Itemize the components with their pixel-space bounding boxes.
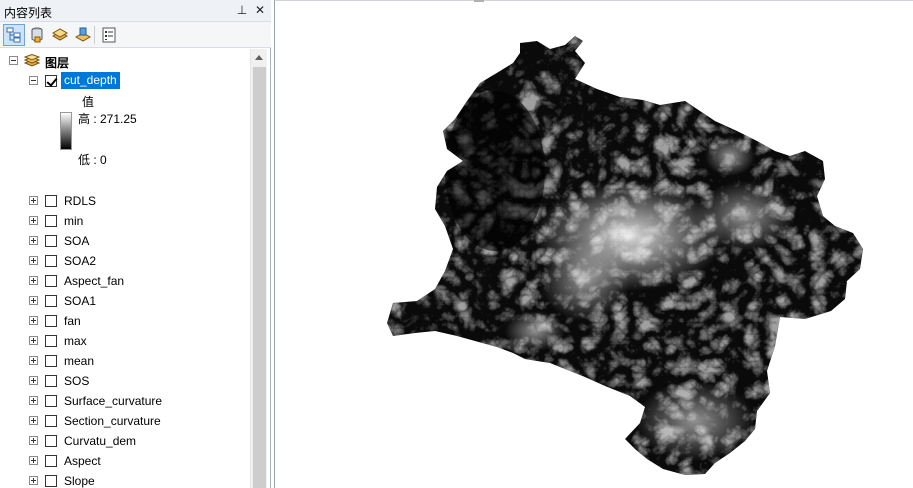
layer-row[interactable]: Section_curvature [0, 411, 250, 431]
layer-row[interactable]: SOA [0, 231, 250, 251]
panel-title-bar: 内容列表 ⊥ ✕ [0, 0, 271, 22]
layer-visibility-checkbox[interactable] [45, 235, 57, 247]
layer-row[interactable]: Curvatu_dem [0, 431, 250, 451]
layer-name[interactable]: Aspect [64, 454, 101, 468]
layer-visibility-checkbox[interactable] [45, 455, 57, 467]
expand-icon[interactable] [29, 356, 38, 365]
layer-visibility-checkbox[interactable] [45, 435, 57, 447]
expand-icon[interactable] [29, 376, 38, 385]
map-canvas[interactable] [275, 1, 913, 488]
legend-color-ramp [60, 112, 72, 150]
layer-row[interactable]: Slope [0, 471, 250, 488]
layer-name[interactable]: Slope [64, 474, 95, 488]
layer-row[interactable]: max [0, 331, 250, 351]
legend-title: 值 [82, 95, 95, 109]
toolbar-separator [94, 26, 95, 44]
list-by-visibility-button[interactable] [49, 24, 71, 46]
expand-icon[interactable] [29, 476, 38, 485]
layer-visibility-checkbox[interactable] [45, 215, 57, 227]
layer-name[interactable]: RDLS [64, 194, 96, 208]
layer-name[interactable]: SOS [64, 374, 89, 388]
layer-visibility-checkbox[interactable] [45, 335, 57, 347]
scroll-up-arrow-icon[interactable] [251, 49, 268, 66]
selection-icon [75, 27, 91, 42]
layer-visibility-checkbox[interactable] [45, 275, 57, 287]
layer-row[interactable]: mean [0, 351, 250, 371]
options-button[interactable] [98, 24, 120, 46]
expand-icon[interactable] [29, 436, 38, 445]
layer-row[interactable]: min [0, 211, 250, 231]
layer-visibility-checkbox[interactable] [45, 295, 57, 307]
visibility-icon [52, 28, 68, 41]
layer-name[interactable]: SOA2 [64, 254, 96, 268]
expand-icon[interactable] [29, 456, 38, 465]
map-view[interactable] [274, 0, 913, 488]
layer-row[interactable]: SOS [0, 371, 250, 391]
layer-name[interactable]: Curvatu_dem [64, 434, 136, 448]
layer-name[interactable]: min [64, 214, 83, 228]
cut-depth-raster [387, 36, 863, 475]
close-icon[interactable]: ✕ [252, 2, 268, 18]
layer-visibility-checkbox[interactable] [45, 395, 57, 407]
layer-visibility-checkbox[interactable] [45, 315, 57, 327]
layer-visibility-checkbox[interactable] [45, 355, 57, 367]
layer-row[interactable]: fan [0, 311, 250, 331]
layers-root-row: 图层 [0, 51, 250, 71]
layer-name[interactable]: SOA [64, 234, 89, 248]
table-of-contents-panel: 内容列表 ⊥ ✕ 图层 cut_depth 值 高: 271.25 低: 0… [0, 0, 271, 488]
layer-visibility-checkbox[interactable] [45, 375, 57, 387]
list-by-drawing-order-button[interactable] [3, 24, 25, 46]
layer-visibility-checkbox[interactable] [45, 255, 57, 267]
layer-row-cut-depth[interactable]: cut_depth [0, 71, 250, 91]
layer-visibility-checkbox[interactable] [45, 75, 57, 87]
list-by-selection-button[interactable] [72, 24, 94, 46]
layer-name[interactable]: mean [64, 354, 94, 368]
layer-visibility-checkbox[interactable] [45, 475, 57, 487]
collapse-icon[interactable] [9, 56, 18, 65]
expand-icon[interactable] [29, 196, 38, 205]
layer-name[interactable]: SOA1 [64, 294, 96, 308]
vertical-scrollbar[interactable] [250, 49, 267, 488]
layer-visibility-checkbox[interactable] [45, 415, 57, 427]
layer-row[interactable]: Aspect_fan [0, 271, 250, 291]
expand-icon[interactable] [29, 296, 38, 305]
layer-row[interactable]: RDLS [0, 191, 250, 211]
expand-icon[interactable] [29, 396, 38, 405]
expand-icon[interactable] [29, 316, 38, 325]
legend-low-label: 低 : 0 [78, 153, 107, 167]
source-icon [31, 27, 43, 43]
scroll-thumb[interactable] [253, 67, 266, 488]
splitter-handle[interactable] [474, 0, 484, 2]
expand-icon[interactable] [29, 216, 38, 225]
layer-row[interactable]: Surface_curvature [0, 391, 250, 411]
collapse-icon[interactable] [29, 76, 38, 85]
layers-group-icon [24, 54, 40, 67]
pin-icon[interactable]: ⊥ [234, 2, 250, 18]
expand-icon[interactable] [29, 236, 38, 245]
layer-tree: 图层 cut_depth 值 高 : 271.25 低 : 0 RDLS min S… [0, 49, 250, 488]
list-by-source-button[interactable] [26, 24, 48, 46]
panel-title: 内容列表 [4, 6, 53, 20]
layer-name[interactable]: Surface_curvature [64, 394, 162, 408]
layer-name[interactable]: max [64, 334, 87, 348]
drawing-order-icon [6, 27, 21, 43]
toc-toolbar [0, 22, 271, 48]
expand-icon[interactable] [29, 336, 38, 345]
layer-name-selected[interactable]: cut_depth [61, 72, 120, 89]
expand-icon[interactable] [29, 276, 38, 285]
expand-icon[interactable] [29, 416, 38, 425]
layer-row[interactable]: Aspect [0, 451, 250, 471]
options-icon [102, 27, 116, 43]
layer-row[interactable]: SOA1 [0, 291, 250, 311]
layer-row[interactable]: SOA2 [0, 251, 250, 271]
layer-name[interactable]: fan [64, 314, 81, 328]
expand-icon[interactable] [29, 256, 38, 265]
layer-name[interactable]: Aspect_fan [64, 274, 124, 288]
layer-name[interactable]: Section_curvature [64, 414, 161, 428]
layers-root-label: 图层 [45, 56, 70, 70]
legend-high-label: 高 : 271.25 [78, 112, 137, 126]
layer-visibility-checkbox[interactable] [45, 195, 57, 207]
